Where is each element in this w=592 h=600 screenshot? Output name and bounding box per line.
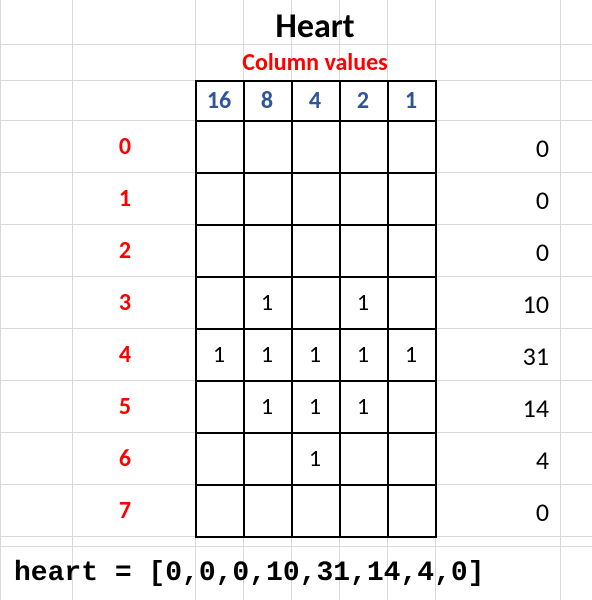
col-header-1: 1 <box>387 86 435 115</box>
table-border <box>195 172 435 174</box>
grid-cell: 1 <box>243 340 291 369</box>
row-label: 6 <box>95 444 155 473</box>
col-header-16: 16 <box>195 86 243 115</box>
table-border <box>435 80 437 538</box>
row-sum: 4 <box>495 444 555 476</box>
row-label: 4 <box>95 340 155 369</box>
col-header-8: 8 <box>243 86 291 115</box>
grid-cell: 1 <box>291 444 339 473</box>
row-sum: 0 <box>495 184 555 216</box>
grid-cell: 1 <box>291 392 339 421</box>
col-header-4: 4 <box>291 86 339 115</box>
table-border <box>195 328 435 330</box>
table-border <box>195 380 435 382</box>
table-border <box>195 484 435 486</box>
page-title: Heart <box>195 6 435 47</box>
table-border <box>339 80 341 538</box>
grid-cell: 1 <box>387 340 435 369</box>
grid-cell: 1 <box>339 288 387 317</box>
code-line: heart = [0,0,0,10,31,14,4,0] <box>14 558 484 589</box>
table-border <box>195 432 435 434</box>
row-label: 5 <box>95 392 155 421</box>
grid-cell: 1 <box>243 288 291 317</box>
row-sum: 0 <box>495 236 555 268</box>
col-header-2: 2 <box>339 86 387 115</box>
grid-cell: 1 <box>195 340 243 369</box>
row-sum: 14 <box>495 392 555 424</box>
row-label: 3 <box>95 288 155 317</box>
table-border <box>387 80 389 538</box>
row-label: 0 <box>95 132 155 161</box>
row-sum: 0 <box>495 496 555 528</box>
row-sum: 10 <box>495 288 555 320</box>
table-border <box>195 80 435 82</box>
table-border <box>291 80 293 538</box>
grid-cell: 1 <box>339 392 387 421</box>
row-label: 2 <box>95 236 155 265</box>
table-border <box>195 276 435 278</box>
column-values-label: Column values <box>195 48 435 77</box>
grid-cell: 1 <box>243 392 291 421</box>
row-label: 7 <box>95 496 155 525</box>
spreadsheet-area: Heart Column values 16 8 4 2 1 0 1 2 3 4… <box>0 0 592 600</box>
grid-cell: 1 <box>291 340 339 369</box>
table-border <box>195 536 435 538</box>
table-border <box>195 80 197 538</box>
table-border <box>195 120 435 122</box>
row-label: 1 <box>95 184 155 213</box>
grid-cell: 1 <box>339 340 387 369</box>
table-border <box>195 224 435 226</box>
table-border <box>243 80 245 538</box>
row-sum: 0 <box>495 132 555 164</box>
row-sum: 31 <box>495 340 555 372</box>
